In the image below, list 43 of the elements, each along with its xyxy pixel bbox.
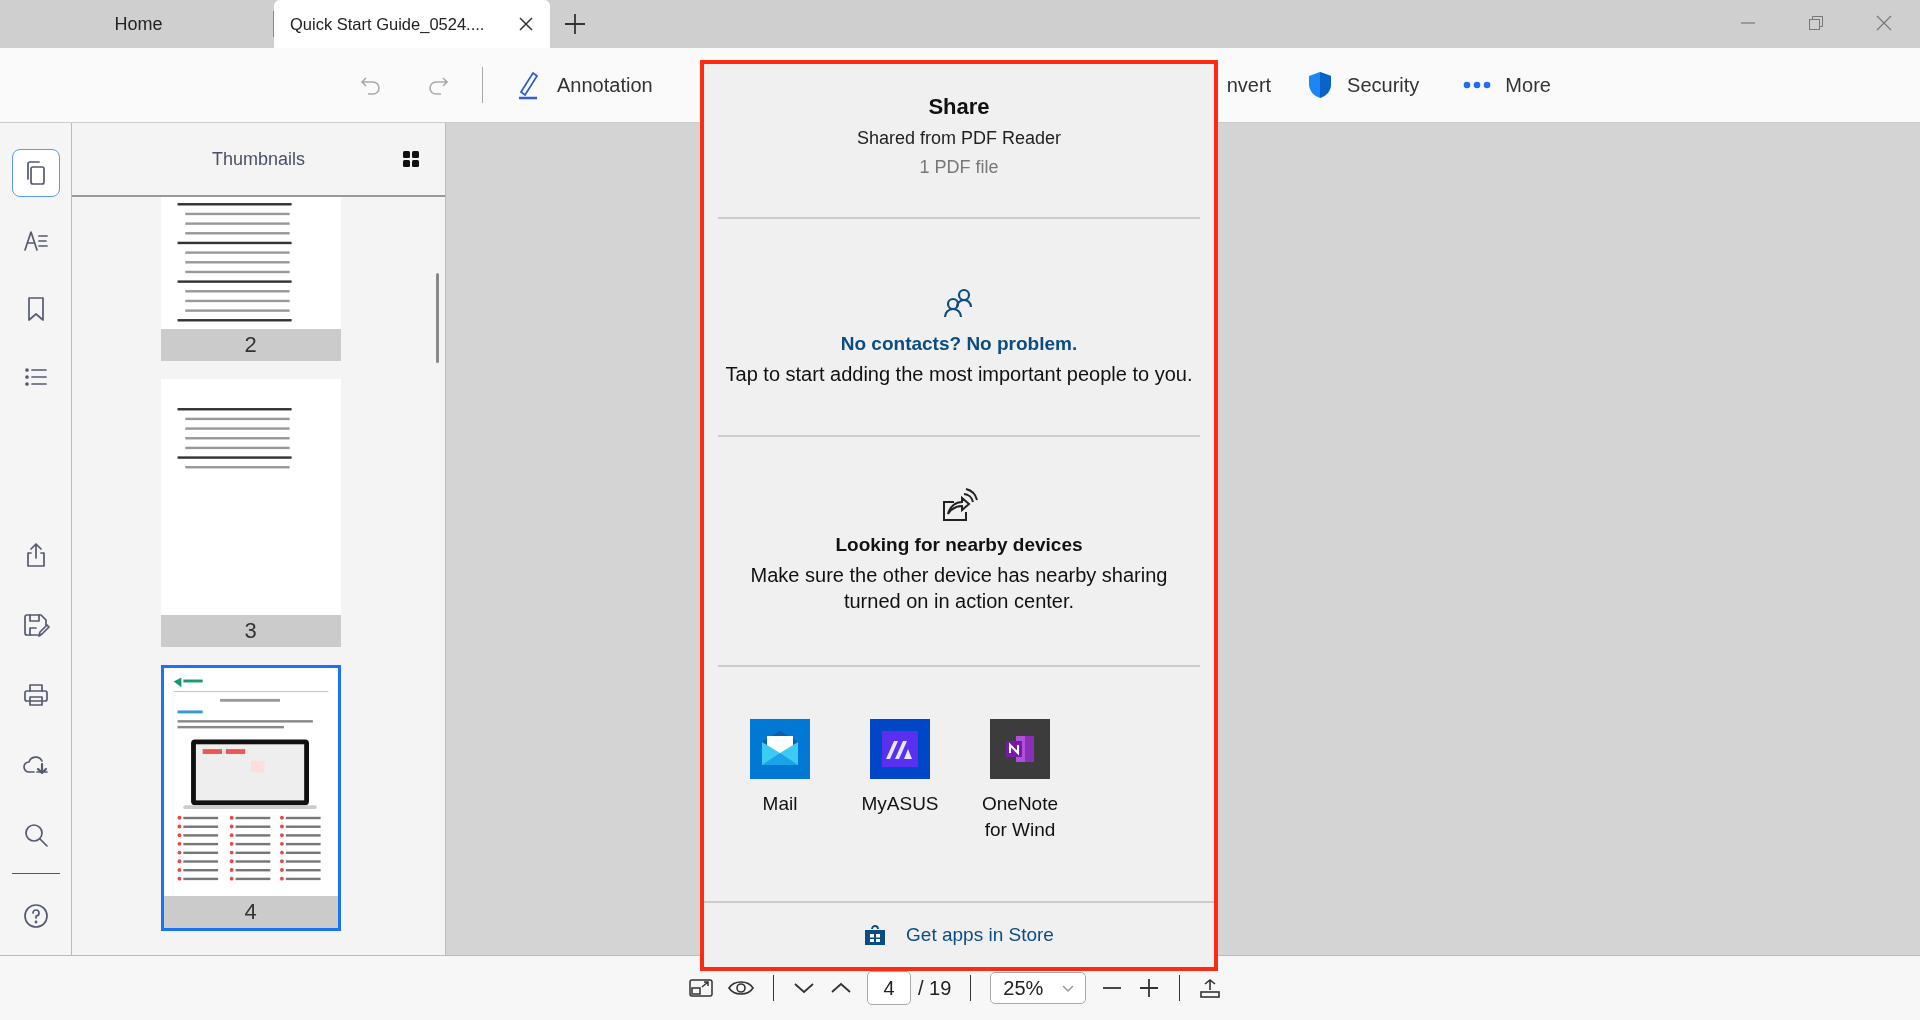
share-source: Shared from PDF Reader (856, 128, 1062, 149)
security-button[interactable]: Security (1307, 67, 1420, 103)
upload-icon[interactable] (1199, 978, 1222, 998)
convert-button[interactable]: nvert (1226, 69, 1272, 101)
shopping-bag-icon (864, 924, 887, 946)
contacts-heading[interactable]: No contacts? No problem. (840, 333, 1078, 355)
panel-title: Thumbnails (211, 148, 305, 170)
page-thumbnail[interactable]: 2 (160, 197, 341, 361)
contacts-hint: Tap to start adding the most important people to you. (724, 362, 1194, 387)
app-tile[interactable]: MyASUS (860, 719, 940, 817)
app-tile[interactable]: Mail (740, 719, 820, 817)
document-tab[interactable]: Quick Start Guide_0524.... (274, 0, 550, 48)
page-thumbnail[interactable]: 3 (160, 379, 341, 647)
store-link[interactable]: Get apps in Store (704, 901, 1214, 967)
pages-tool-icon[interactable] (11, 149, 60, 197)
app-icon (870, 719, 930, 779)
zoom-dropdown[interactable]: 25% (990, 972, 1087, 1004)
new-tab-icon[interactable] (564, 13, 586, 35)
eye-icon[interactable] (728, 979, 754, 997)
nearby-share-icon (940, 488, 978, 522)
app-icon (990, 719, 1050, 779)
caret-icon (1061, 983, 1076, 993)
page-number-field[interactable]: 4 (867, 971, 911, 1005)
file-count: 1 PDF file (919, 157, 999, 178)
zoom-in-icon[interactable] (1138, 977, 1161, 999)
page-thumbnail[interactable]: 4 (160, 665, 341, 931)
grid-view-icon[interactable] (403, 151, 419, 167)
next-page-icon[interactable] (793, 981, 815, 995)
envelope-icon (750, 719, 810, 779)
app-tile[interactable]: OneNote for Wind (980, 719, 1060, 843)
previous-page-icon[interactable] (830, 981, 852, 995)
share-title: Share (928, 94, 990, 120)
annotation-button[interactable]: Annotation (517, 66, 653, 104)
page-count: / 19 (918, 976, 952, 1000)
more-icon (1463, 81, 1492, 89)
fit-page-icon[interactable] (689, 978, 713, 998)
restore-icon[interactable] (1808, 15, 1824, 31)
close-icon[interactable] (518, 16, 534, 32)
scrollbar[interactable] (436, 273, 439, 363)
nearby-heading: Looking for nearby devices (835, 534, 1083, 556)
nearby-hint: Make sure the other device has nearby sharing turned on in action center. (749, 563, 1169, 614)
more-button[interactable]: More (1463, 69, 1551, 101)
shield-icon (1307, 71, 1334, 99)
